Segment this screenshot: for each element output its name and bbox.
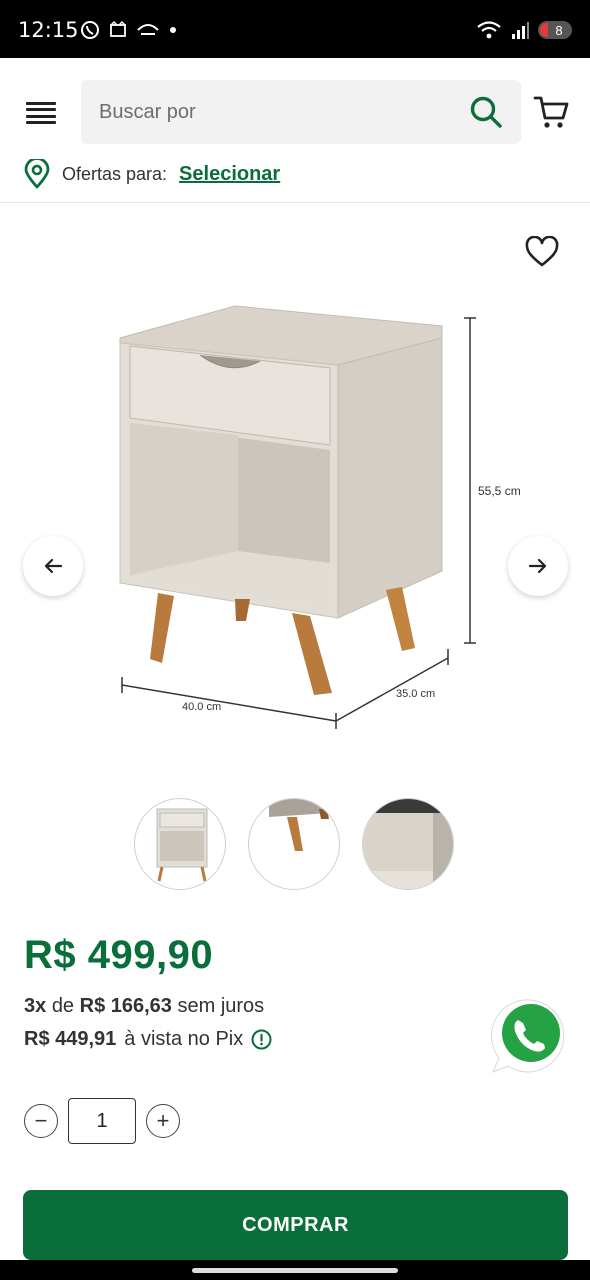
buy-button[interactable]: COMPRAR — [23, 1190, 568, 1260]
whatsapp-notification-icon — [81, 21, 99, 39]
installments-de: de — [51, 995, 75, 1017]
next-image-button[interactable] — [508, 536, 568, 596]
pix-suffix: à vista no Pix — [124, 1028, 244, 1050]
image-thumbnails — [134, 798, 454, 890]
location-pin-icon — [24, 159, 50, 189]
offers-label: Ofertas para: — [62, 163, 168, 184]
product-price: R$ 499,90 — [24, 933, 214, 977]
search-input[interactable] — [99, 80, 459, 144]
system-navigation-bar — [0, 1260, 590, 1280]
whatsapp-icon[interactable] — [490, 996, 570, 1076]
thumbnail-2[interactable] — [248, 798, 340, 890]
cart-icon[interactable] — [533, 94, 569, 130]
installments-value: R$ 166,63 — [79, 995, 172, 1017]
info-icon[interactable] — [251, 1029, 272, 1050]
signal-icon — [512, 22, 529, 39]
product-image — [119, 305, 476, 729]
arrow-left-icon — [44, 558, 63, 574]
system-icons: 8 — [476, 20, 572, 40]
quantity-stepper: − + — [24, 1098, 180, 1144]
status-bar: 12:15 8 — [0, 0, 590, 58]
thumbnail-1[interactable] — [134, 798, 226, 890]
battery-icon: 8 — [538, 21, 572, 39]
header — [0, 58, 590, 148]
quantity-input[interactable] — [68, 1098, 136, 1144]
notification-icons — [80, 20, 178, 40]
pix-price-info: R$ 449,91 à vista no Pix — [24, 1028, 272, 1051]
pix-value: R$ 449,91 — [24, 1028, 117, 1050]
heart-icon[interactable] — [524, 236, 560, 268]
product-page: Ofertas para: Selecionar 55, — [0, 58, 590, 1260]
battery-level: 8 — [555, 22, 563, 38]
search-icon[interactable] — [469, 95, 503, 129]
dimension-height: 55,5 cm — [478, 484, 521, 498]
app-notification-icon — [137, 24, 159, 35]
dot-icon — [170, 27, 176, 33]
home-gesture-bar[interactable] — [192, 1268, 398, 1273]
hamburger-menu-icon[interactable] — [26, 102, 56, 124]
increase-quantity-button[interactable]: + — [146, 1104, 180, 1138]
installments-suffix: sem juros — [177, 995, 265, 1017]
select-location-link[interactable]: Selecionar — [179, 163, 280, 186]
installments-count: 3x — [24, 995, 47, 1017]
previous-image-button[interactable] — [23, 536, 83, 596]
wifi-icon — [477, 21, 501, 39]
dimension-depth: 35.0 cm — [396, 688, 436, 700]
cat-notification-icon — [110, 20, 126, 37]
installments-info: 3x de R$ 166,63 sem juros — [24, 995, 264, 1018]
header-divider — [0, 202, 590, 203]
offers-location: Ofertas para: Selecionar — [24, 158, 280, 190]
decrease-quantity-button[interactable]: − — [24, 1104, 58, 1138]
arrow-right-icon — [528, 558, 547, 574]
dimension-width: 40.0 cm — [182, 701, 222, 713]
search-bar — [81, 80, 521, 144]
status-time: 12:15 — [18, 18, 79, 42]
thumbnail-3[interactable] — [362, 798, 454, 890]
